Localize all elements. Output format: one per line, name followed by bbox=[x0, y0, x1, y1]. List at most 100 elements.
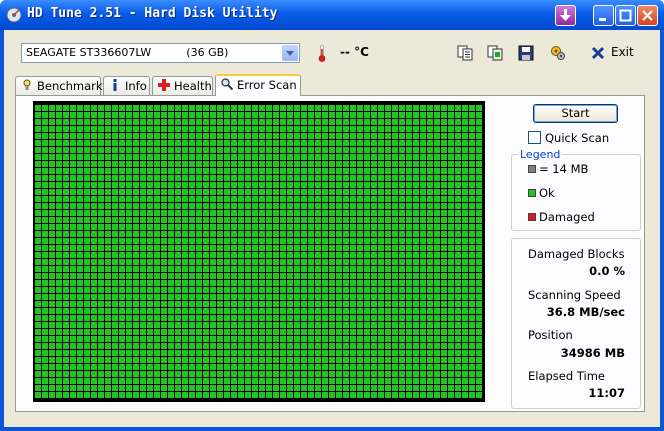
scan-block bbox=[217, 140, 223, 146]
scan-block bbox=[287, 301, 293, 307]
scan-block bbox=[392, 329, 398, 335]
scan-block bbox=[371, 350, 377, 356]
scan-block bbox=[70, 343, 76, 349]
position-label: Position bbox=[528, 328, 573, 342]
scan-block bbox=[378, 224, 384, 230]
scan-block bbox=[252, 105, 258, 111]
scan-block bbox=[84, 238, 90, 244]
drive-select[interactable]: SEAGATE ST336607LW (36 GB) bbox=[21, 43, 300, 63]
exit-button[interactable]: Exit bbox=[611, 45, 634, 59]
scan-block bbox=[133, 273, 139, 279]
download-arrow-button[interactable] bbox=[555, 5, 576, 26]
scan-block bbox=[315, 175, 321, 181]
scan-block bbox=[364, 343, 370, 349]
scan-block bbox=[147, 266, 153, 272]
scan-block bbox=[322, 266, 328, 272]
scan-block bbox=[56, 133, 62, 139]
quick-scan-label[interactable]: Quick Scan bbox=[545, 131, 609, 145]
scan-block bbox=[189, 252, 195, 258]
save-icon[interactable] bbox=[518, 45, 534, 61]
scan-block bbox=[364, 238, 370, 244]
scan-block bbox=[350, 161, 356, 167]
scan-block bbox=[224, 238, 230, 244]
scan-block bbox=[280, 350, 286, 356]
scan-block bbox=[147, 168, 153, 174]
scan-block bbox=[287, 252, 293, 258]
scan-block bbox=[385, 231, 391, 237]
options-icon[interactable] bbox=[550, 45, 566, 61]
scan-block bbox=[336, 259, 342, 265]
scan-block bbox=[42, 238, 48, 244]
scan-block bbox=[42, 329, 48, 335]
tab-error-scan[interactable]: Error Scan bbox=[215, 74, 301, 96]
hd-tune-app-icon[interactable] bbox=[6, 7, 22, 23]
scan-block bbox=[245, 161, 251, 167]
scan-block bbox=[287, 280, 293, 286]
scan-block bbox=[357, 210, 363, 216]
maximize-button[interactable] bbox=[615, 5, 636, 26]
scan-block bbox=[357, 133, 363, 139]
scan-block bbox=[357, 343, 363, 349]
scan-block bbox=[98, 133, 104, 139]
close-button[interactable] bbox=[637, 5, 658, 26]
scan-block bbox=[364, 252, 370, 258]
quick-scan-checkbox[interactable] bbox=[528, 131, 541, 144]
scan-block bbox=[84, 322, 90, 328]
scan-block bbox=[371, 252, 377, 258]
scan-block bbox=[434, 308, 440, 314]
scan-block bbox=[455, 189, 461, 195]
scan-block bbox=[371, 371, 377, 377]
scan-block bbox=[357, 259, 363, 265]
scan-block bbox=[322, 308, 328, 314]
scan-block bbox=[63, 189, 69, 195]
scan-block bbox=[378, 336, 384, 342]
scan-block bbox=[399, 308, 405, 314]
scan-block bbox=[301, 357, 307, 363]
scan-block bbox=[273, 392, 279, 398]
scan-block bbox=[329, 343, 335, 349]
chevron-down-icon[interactable] bbox=[282, 45, 298, 61]
scan-block bbox=[455, 112, 461, 118]
tab-health[interactable]: Health bbox=[152, 76, 213, 95]
scan-block bbox=[273, 168, 279, 174]
copy-info-icon[interactable] bbox=[457, 45, 473, 61]
copy-screenshot-icon[interactable] bbox=[487, 45, 503, 61]
scan-block bbox=[476, 280, 482, 286]
scan-block bbox=[112, 112, 118, 118]
scan-block bbox=[448, 112, 454, 118]
scan-block bbox=[133, 329, 139, 335]
minimize-button[interactable] bbox=[593, 5, 614, 26]
scan-block bbox=[126, 203, 132, 209]
start-button[interactable]: Start bbox=[533, 104, 618, 123]
scan-block bbox=[273, 105, 279, 111]
scan-block bbox=[70, 357, 76, 363]
legend-ok: Ok bbox=[539, 186, 555, 200]
scan-block bbox=[413, 133, 419, 139]
scan-block bbox=[434, 119, 440, 125]
scan-block bbox=[231, 392, 237, 398]
scan-block bbox=[224, 294, 230, 300]
title-bar[interactable]: HD Tune 2.51 - Hard Disk Utility bbox=[0, 0, 664, 30]
scan-block bbox=[413, 203, 419, 209]
scan-block bbox=[343, 161, 349, 167]
scan-block bbox=[406, 273, 412, 279]
scan-block bbox=[119, 154, 125, 160]
scan-block bbox=[182, 105, 188, 111]
scan-block bbox=[77, 168, 83, 174]
tab-benchmark[interactable]: Benchmark bbox=[15, 76, 103, 95]
scan-block bbox=[91, 280, 97, 286]
scan-block bbox=[469, 238, 475, 244]
scan-block bbox=[182, 385, 188, 391]
scan-block bbox=[175, 343, 181, 349]
scan-block bbox=[392, 336, 398, 342]
scan-block bbox=[336, 147, 342, 153]
scan-block bbox=[469, 196, 475, 202]
scan-block bbox=[140, 238, 146, 244]
scan-block bbox=[266, 392, 272, 398]
scan-block bbox=[308, 336, 314, 342]
scan-block bbox=[371, 364, 377, 370]
exit-icon[interactable] bbox=[590, 45, 606, 61]
scan-block bbox=[182, 371, 188, 377]
tab-info[interactable]: Info bbox=[103, 76, 150, 95]
scan-block bbox=[476, 329, 482, 335]
